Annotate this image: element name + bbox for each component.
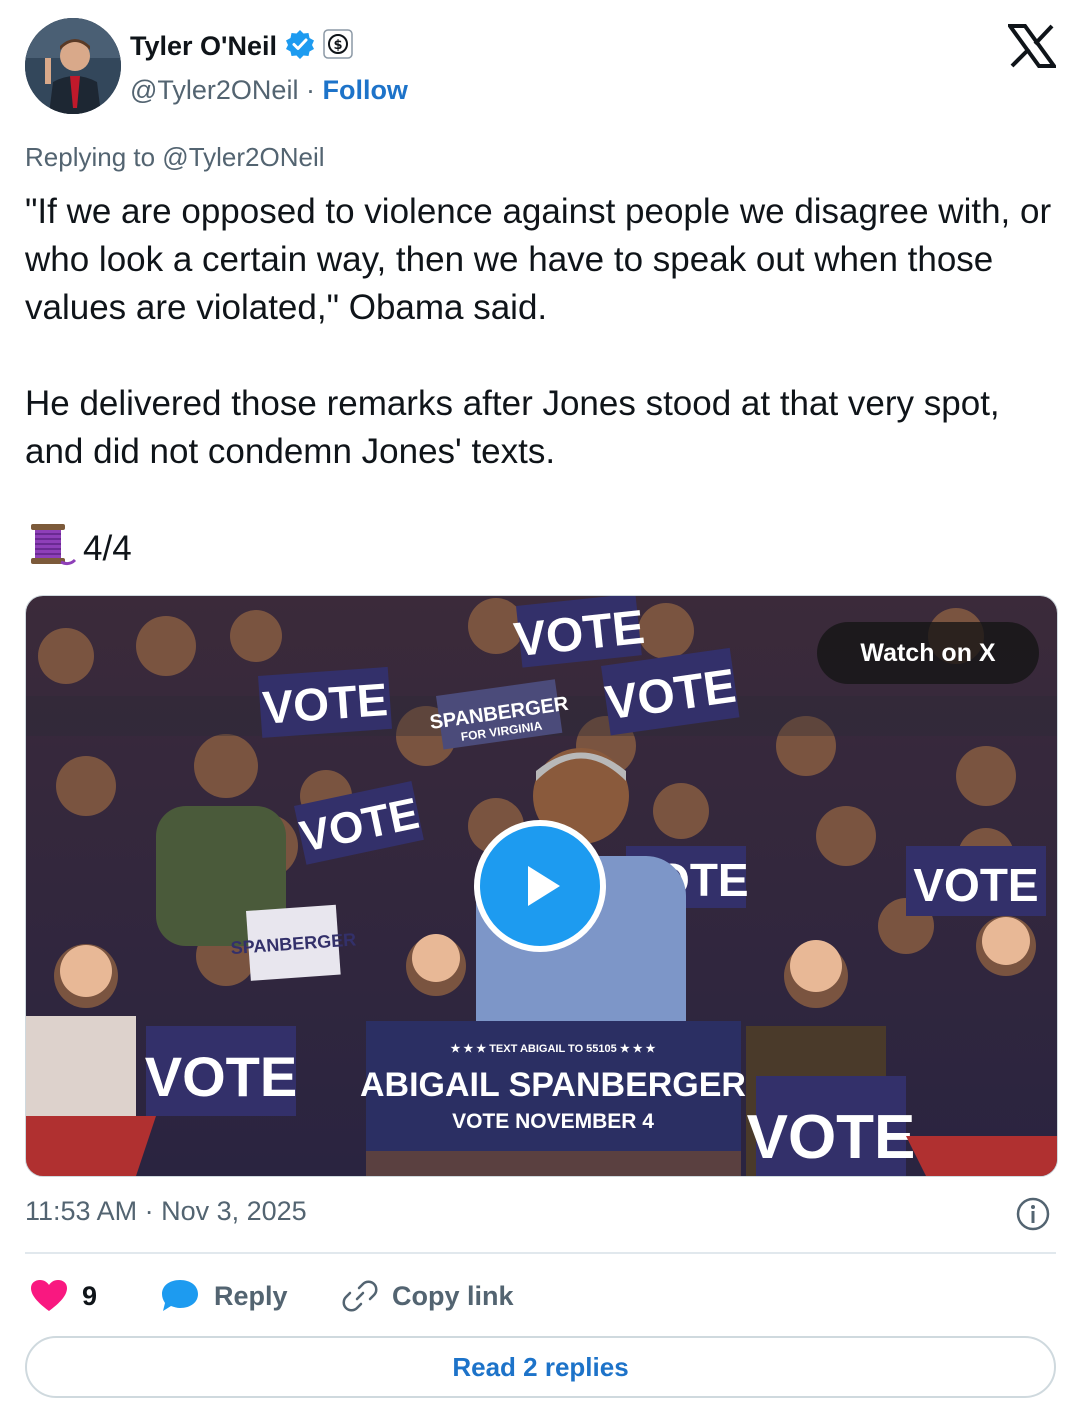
play-icon: [528, 866, 560, 906]
x-logo-icon[interactable]: [1006, 24, 1058, 68]
tweet-text: "If we are opposed to violence against p…: [25, 192, 1052, 471]
tweet-timestamp[interactable]: 11:53 AM · Nov 3, 2025: [25, 1196, 307, 1227]
podium-text-line: ★ ★ ★ TEXT ABIGAIL TO 55105 ★ ★ ★: [450, 1043, 655, 1055]
author-name-row: Tyler O'Neil $: [130, 28, 353, 64]
reply-bubble-icon: [162, 1280, 198, 1311]
link-icon: [342, 1280, 378, 1312]
author-handle[interactable]: @Tyler2ONeil: [130, 75, 298, 106]
podium-date: VOTE NOVEMBER 4: [452, 1110, 654, 1133]
affiliate-badge-icon: $: [323, 28, 353, 64]
divider: [25, 1252, 1056, 1254]
copy-link-label: Copy link: [392, 1280, 514, 1311]
author-handle-row: @Tyler2ONeil · Follow: [130, 72, 408, 108]
thread-count-text: 4/4: [83, 529, 132, 568]
vote-sign: VOTE: [145, 1045, 297, 1108]
watch-on-x-button[interactable]: Watch on X: [817, 622, 1039, 684]
handle-separator: ·: [298, 74, 323, 105]
podium-name: ABIGAIL SPANBERGER: [360, 1066, 746, 1104]
like-button[interactable]: 9: [30, 1276, 97, 1316]
verified-badge-icon: [285, 29, 315, 64]
follow-button[interactable]: Follow: [322, 75, 407, 106]
copy-link-button[interactable]: Copy link: [342, 1276, 514, 1316]
read-replies-button[interactable]: Read 2 replies: [25, 1336, 1056, 1398]
thread-spool-icon: [25, 522, 77, 577]
vote-sign: VOTE: [913, 859, 1038, 911]
info-icon[interactable]: [1015, 1196, 1051, 1232]
replying-to-label[interactable]: Replying to @Tyler2ONeil: [25, 142, 325, 173]
reply-label: Reply: [214, 1280, 288, 1311]
avatar[interactable]: [25, 18, 121, 114]
author-display-name[interactable]: Tyler O'Neil: [130, 31, 277, 62]
svg-text:$: $: [333, 38, 342, 53]
heart-icon: [31, 1280, 67, 1311]
reply-button[interactable]: Reply: [160, 1276, 288, 1316]
vote-sign: VOTE: [261, 673, 390, 734]
vote-sign: VOTE: [747, 1103, 916, 1172]
thread-counter: 4/4: [25, 523, 132, 573]
like-count: 9: [82, 1280, 98, 1311]
play-button[interactable]: [474, 820, 606, 952]
